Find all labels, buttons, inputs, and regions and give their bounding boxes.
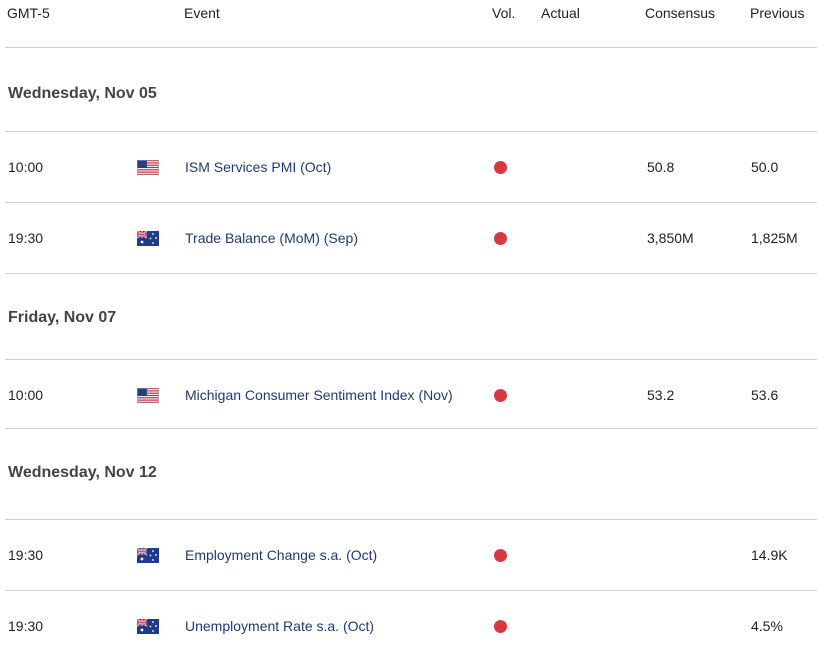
event-time: 19:30 <box>8 618 44 634</box>
consensus-value: 50.8 <box>647 159 675 175</box>
event-time: 10:00 <box>8 387 44 403</box>
high-volatility-indicator <box>494 232 507 245</box>
divider <box>5 47 817 48</box>
previous-value: 50.0 <box>751 159 779 175</box>
au-flag-icon <box>137 231 159 246</box>
previous-column-header: Previous <box>750 5 805 21</box>
event-link[interactable]: ISM Services PMI (Oct) <box>185 155 493 179</box>
table-header: GMT-5 Event Vol. Actual Consensus Previo… <box>0 0 817 26</box>
actual-column-header: Actual <box>541 5 580 21</box>
table-row: 10:00 ISM Services PMI (Oct) 50.8 50.0 <box>0 155 817 179</box>
divider <box>5 131 817 132</box>
consensus-value: 53.2 <box>647 387 675 403</box>
previous-value: 14.9K <box>751 547 788 563</box>
previous-value: 4.5% <box>751 618 783 634</box>
event-link[interactable]: Michigan Consumer Sentiment Index (Nov) <box>185 383 493 407</box>
table-row: 19:30 Employment Change s.a. (Oct) 14.9K <box>0 543 817 567</box>
day-heading: Friday, Nov 07 <box>8 309 117 326</box>
event-link[interactable]: Unemployment Rate s.a. (Oct) <box>185 614 493 638</box>
consensus-value: 3,850M <box>647 230 694 246</box>
previous-value: 53.6 <box>751 387 779 403</box>
divider <box>5 202 817 203</box>
event-time: 19:30 <box>8 547 44 563</box>
divider <box>5 359 817 360</box>
day-heading: Wednesday, Nov 12 <box>8 464 157 481</box>
event-link[interactable]: Employment Change s.a. (Oct) <box>185 543 493 567</box>
timezone-label[interactable]: GMT-5 <box>7 5 50 21</box>
high-volatility-indicator <box>494 620 507 633</box>
previous-value: 1,825M <box>751 230 798 246</box>
event-column-header: Event <box>184 5 220 21</box>
high-volatility-indicator <box>494 549 507 562</box>
event-time: 19:30 <box>8 230 44 246</box>
volatility-column-header: Vol. <box>492 5 516 21</box>
divider <box>5 428 817 429</box>
high-volatility-indicator <box>494 161 507 174</box>
high-volatility-indicator <box>494 389 507 402</box>
table-row: 19:30 Unemployment Rate s.a. (Oct) 4.5% <box>0 614 817 638</box>
divider <box>5 590 817 591</box>
event-time: 10:00 <box>8 159 44 175</box>
divider <box>5 273 817 274</box>
divider <box>5 519 817 520</box>
au-flag-icon <box>137 619 159 634</box>
table-row: 19:30 Trade Balance (MoM) (Sep) 3,850M 1… <box>0 226 817 250</box>
us-flag-icon <box>137 160 159 175</box>
event-link[interactable]: Trade Balance (MoM) (Sep) <box>185 226 493 250</box>
au-flag-icon <box>137 548 159 563</box>
consensus-column-header: Consensus <box>645 5 716 21</box>
us-flag-icon <box>137 388 159 403</box>
day-heading: Wednesday, Nov 05 <box>8 85 157 102</box>
table-row: 10:00 Michigan Consumer Sentiment Index … <box>0 383 817 407</box>
